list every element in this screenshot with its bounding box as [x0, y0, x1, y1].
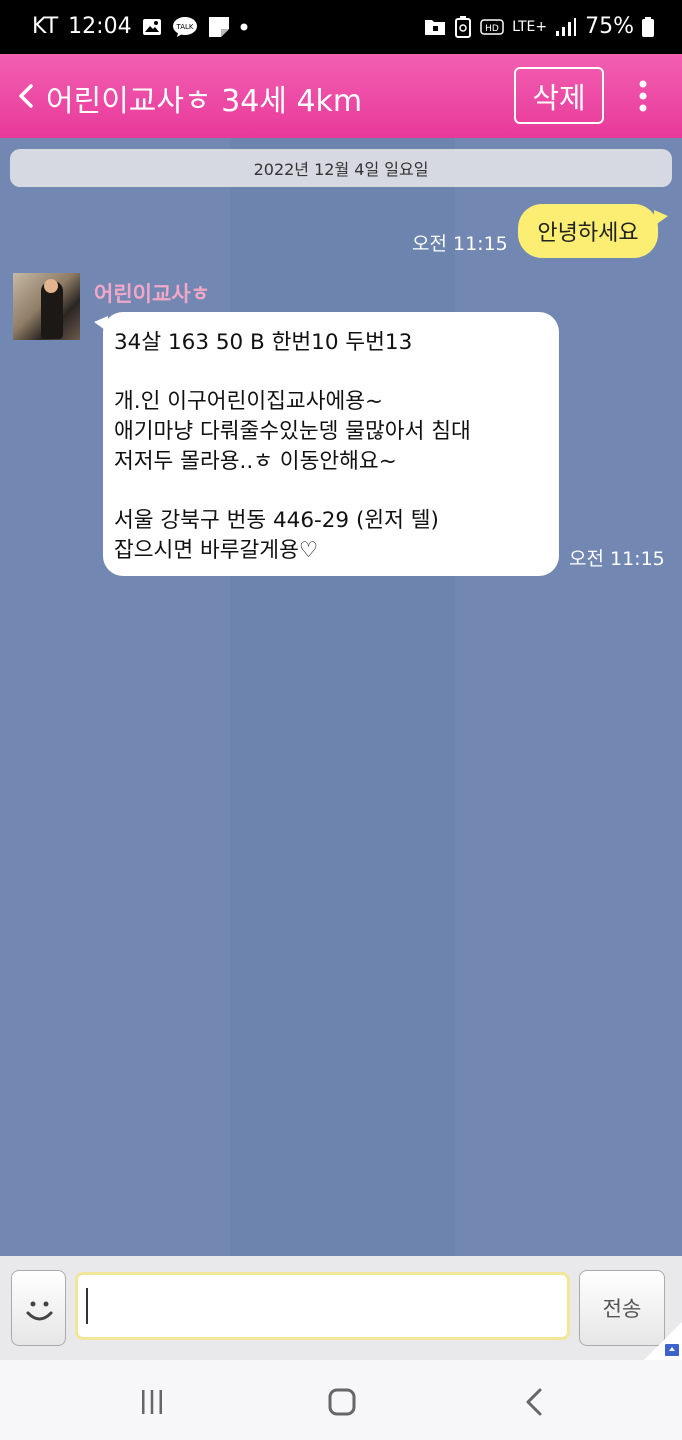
home-icon[interactable] [322, 1382, 362, 1422]
incoming-timestamp: 오전 11:15 [569, 548, 665, 570]
incoming-message-bubble[interactable]: 34살 163 50 B 한번10 두번13 개.인 이구어린이집교사에용~ 애… [94, 312, 559, 576]
system-nav-bar [0, 1360, 682, 1440]
battery-level: 75% [585, 14, 634, 39]
recent-apps-icon[interactable] [132, 1382, 172, 1422]
delete-button[interactable]: 삭제 [514, 67, 604, 124]
message-input[interactable] [75, 1272, 570, 1340]
network-type: LTE+ [512, 18, 548, 35]
message-line: 34살 163 50 B 한번10 두번13 [114, 330, 413, 355]
avatar[interactable] [13, 273, 80, 340]
screen-capture-badge-icon[interactable] [644, 1322, 682, 1360]
more-options-icon[interactable] [632, 78, 654, 114]
text-caret [86, 1288, 88, 1324]
outgoing-message-bubble[interactable]: 안녕하세요 [518, 204, 668, 258]
chat-header: 어린이교사ㅎ 34세 4km 삭제 [0, 54, 682, 138]
chat-title: 어린이교사ㅎ 34세 4km [46, 84, 363, 119]
svg-text:TALK: TALK [175, 23, 193, 31]
status-bar: KT 12:04 TALK HD LTE+ 75% [0, 0, 682, 54]
message-line [114, 476, 547, 506]
carrier: KT [32, 14, 59, 39]
message-input-bar: 전송 [0, 1256, 682, 1360]
message-line: 서울 강북구 번동 446-29 (윈저 텔) [114, 508, 439, 534]
date-divider: 2022년 12월 4일 일요일 [10, 149, 672, 187]
message-line: 저저두 몰라용..ㅎ 이동안해요~ [114, 448, 397, 474]
smiley-icon [26, 1301, 53, 1321]
recycle-icon [455, 15, 472, 38]
gallery-icon [142, 18, 161, 35]
battery-icon [642, 16, 654, 37]
back-chevron-icon[interactable] [14, 80, 38, 112]
message-line: 잡으시면 바루갈게용♡ [114, 537, 319, 563]
sender-name: 어린이교사ㅎ [94, 282, 210, 306]
back-nav-icon[interactable] [514, 1382, 554, 1422]
clock: 12:04 [68, 14, 132, 39]
message-line: 개.인 이구어린이집교사에용~ [114, 389, 384, 415]
notification-dot-icon [240, 23, 248, 30]
kakaotalk-icon: TALK [172, 16, 197, 37]
hd-icon: HD [480, 18, 504, 35]
folder-lock-icon [425, 19, 446, 35]
chat-area[interactable]: 2022년 12월 4일 일요일 오전 11:15 안녕하세요 어린이교사ㅎ 3… [0, 138, 682, 1256]
svg-text:HD: HD [485, 24, 499, 34]
note-icon [208, 16, 229, 37]
message-line: 애기마냥 다뤄줄수있눈뎅 물많아서 침대 [114, 419, 471, 445]
signal-icon [556, 17, 577, 36]
outgoing-timestamp: 오전 11:15 [412, 233, 508, 255]
message-line [114, 358, 547, 388]
emoji-button[interactable] [11, 1270, 66, 1346]
